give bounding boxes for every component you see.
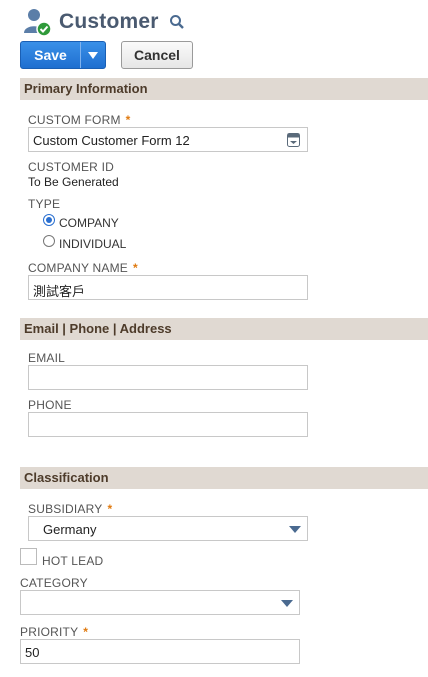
type-individual-label[interactable]: INDIVIDUAL	[59, 237, 126, 251]
required-marker: *	[83, 625, 89, 639]
company-name-label: COMPANY NAME *	[28, 261, 138, 275]
priority-label: PRIORITY *	[20, 625, 88, 639]
type-company-radio[interactable]	[43, 214, 55, 226]
required-marker: *	[107, 502, 113, 516]
form-picker-icon[interactable]	[287, 133, 300, 150]
email-label: EMAIL	[28, 351, 66, 365]
custom-form-label: CUSTOM FORM *	[28, 113, 131, 127]
required-marker: *	[125, 113, 131, 127]
save-button-group: Save	[20, 41, 106, 69]
required-marker: *	[132, 261, 138, 275]
save-button[interactable]: Save	[21, 42, 81, 68]
email-input[interactable]	[28, 365, 308, 390]
page-title: Customer	[59, 10, 159, 33]
search-icon[interactable]	[169, 14, 185, 30]
chevron-down-icon	[88, 51, 98, 59]
custom-form-field[interactable]: Custom Customer Form 12	[28, 127, 308, 152]
type-company-label[interactable]: COMPANY	[59, 216, 119, 230]
chevron-down-icon	[281, 600, 293, 607]
priority-input[interactable]: 50	[20, 639, 300, 664]
hot-lead-label[interactable]: HOT LEAD	[42, 554, 103, 568]
page-header: Customer	[22, 6, 185, 38]
customer-user-icon	[22, 7, 52, 37]
company-name-input[interactable]: 測試客戶	[28, 275, 308, 300]
subsidiary-label-text: SUBSIDIARY	[28, 502, 103, 516]
cancel-button[interactable]: Cancel	[121, 41, 193, 69]
subsidiary-value: Germany	[43, 522, 97, 537]
custom-form-value: Custom Customer Form 12	[33, 133, 190, 148]
customer-id-label: CUSTOMER ID	[28, 160, 114, 174]
category-select[interactable]	[20, 590, 300, 615]
section-primary-information[interactable]: Primary Information	[20, 78, 428, 100]
chevron-down-icon	[289, 526, 301, 533]
section-email-phone-address[interactable]: Email | Phone | Address	[20, 318, 428, 340]
subsidiary-label: SUBSIDIARY *	[28, 502, 112, 516]
category-label: CATEGORY	[20, 576, 88, 590]
company-name-label-text: COMPANY NAME	[28, 261, 128, 275]
type-individual-radio[interactable]	[43, 235, 55, 247]
priority-label-text: PRIORITY	[20, 625, 79, 639]
phone-label: PHONE	[28, 398, 72, 412]
customer-id-value: To Be Generated	[28, 175, 119, 189]
phone-input[interactable]	[28, 412, 308, 437]
subsidiary-select[interactable]: Germany	[28, 516, 308, 541]
custom-form-label-text: CUSTOM FORM	[28, 113, 121, 127]
hot-lead-checkbox[interactable]	[20, 548, 37, 565]
section-classification[interactable]: Classification	[20, 467, 428, 489]
save-menu-button[interactable]	[81, 42, 105, 68]
type-label: TYPE	[28, 197, 61, 211]
